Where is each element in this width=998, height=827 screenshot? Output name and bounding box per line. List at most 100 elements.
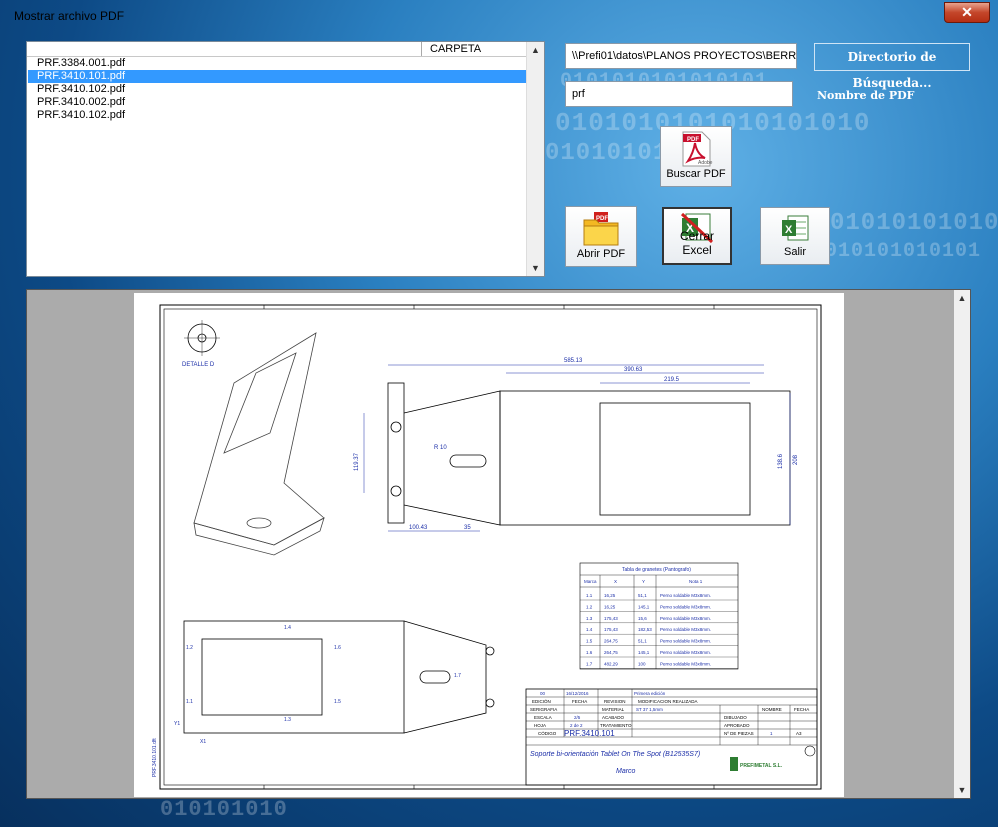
dim-window-height: 138.6 [778,453,784,469]
table-cell: 182,53 [638,627,652,632]
table-title: Tabla de granetes (Pantografo) [622,567,691,573]
scroll-up-icon[interactable]: ▲ [527,42,544,58]
table-cell: Perno soldable M3x8mm. [660,661,711,666]
close-button[interactable]: ✕ [944,2,990,23]
label-escala: ESCALA [534,715,552,720]
point-label: 1.6 [334,645,341,651]
open-pdf-label: Abrir PDF [576,248,626,260]
column-header-carpeta[interactable]: CARPETA [430,43,481,55]
label-acabado: ACABADO [602,715,625,720]
pdf-name-label: Nombre de PDF [817,89,915,102]
svg-text:PDF: PDF [687,137,699,143]
column-separator[interactable] [421,42,422,56]
side-file-code: PRF.3410.101.dft [152,738,158,777]
svg-text:X: X [785,224,793,236]
label-material: MATERIAL [602,707,625,712]
dim-radius: R 10 [434,445,447,451]
list-item-selected[interactable]: PRF.3410.101.pdf [28,70,527,83]
table-cell: 1.1 [586,593,593,598]
dim-slot: 35 [464,525,471,531]
pdf-viewer[interactable]: ▲ ▼ DETALLE D 585.13 390.63 219.5 100.43… [26,289,971,799]
dim-height: 119.37 [354,452,360,471]
table-cell: Perno soldable M3x8mm. [660,639,711,644]
grommet-table: Tabla de granetes (Pantografo) Marca X Y… [579,562,739,670]
table-cell: 264,75 [604,650,618,655]
list-scrollbar[interactable]: ▲ ▼ [526,42,544,276]
binary-decoration: 010101010 [160,797,288,822]
table-cell: 51,1 [638,593,647,598]
rev-date: 16/12/2016 [566,691,589,696]
table-cell: 51,1 [638,639,647,644]
axis-label-y: Y1 [174,721,180,727]
table-cell: 264,75 [604,639,618,644]
list-header: CARPETA [27,42,527,57]
dim-length-3: 219.5 [664,377,680,383]
exit-button[interactable]: X Salir [760,207,830,265]
binary-decoration: 01010101010101 [830,210,998,237]
header-modificacion: MODIFICACION REALIZADA [638,699,698,704]
table-cell: 1.5 [586,639,593,644]
label-serigrafia: SERIGRAFIA [530,707,557,712]
table-cell: 15,6 [638,616,647,621]
point-label: 1.4 [284,625,291,631]
window-title: Mostrar archivo PDF [14,9,125,23]
list-item[interactable]: PRF.3410.102.pdf [28,83,527,96]
table-cell: 145,1 [638,604,650,609]
point-label: 1.7 [454,673,461,679]
escala-value: 2/5 [574,715,581,720]
folder-pdf-icon: PDF [583,212,619,246]
table-cell: 1.6 [586,650,593,655]
table-cell: 145,1 [638,650,650,655]
svg-text:Adobe: Adobe [698,160,713,166]
table-cell: 100 [638,661,646,666]
table-cell: 1.3 [586,616,593,621]
axis-label-x: X1 [200,739,206,745]
dim-total-length: 585.13 [564,358,583,364]
point-label: 1.3 [284,717,291,723]
close-excel-button[interactable]: X Cerrar Excel [662,207,732,265]
binary-decoration: 010101010101 [825,240,982,263]
table-cell: Perno soldable M3x8mm. [660,650,711,655]
detail-label: DETALLE D [182,362,215,368]
label-aprobado: APROBADO [724,723,750,728]
dim-base: 100.43 [409,525,428,531]
search-pdf-button[interactable]: PDF Adobe Buscar PDF [660,126,732,187]
table-cell: 482,29 [604,661,618,666]
list-item[interactable]: PRF.3410.002.pdf [28,96,527,109]
scroll-down-icon[interactable]: ▼ [954,782,970,798]
company-logo-text: PREFIMETAL S.L. [740,763,783,769]
open-pdf-button[interactable]: PDF Abrir PDF [565,206,637,267]
hoja-value: 2 de 2 [570,723,583,728]
dim-total-height: 208 [793,454,799,465]
scroll-down-icon[interactable]: ▼ [527,260,544,276]
rev-description: Primera edición [634,691,666,696]
table-cell: 175,43 [604,616,618,621]
viewer-scrollbar[interactable]: ▲ ▼ [954,290,970,798]
piezas-value: 1 [770,731,773,736]
excel-icon: X [782,215,809,241]
header-edicion: EDICIÓN [532,698,551,704]
label-hoja: HOJA [534,723,546,728]
search-pdf-label: Buscar PDF [666,168,726,180]
pdf-name-input[interactable]: prf [565,81,793,107]
table-header: Marca [584,579,597,584]
directory-search-button[interactable]: Directorio de Búsqueda... [814,43,970,90]
list-item[interactable]: PRF.3384.001.pdf [28,57,527,70]
table-cell: 16,25 [604,604,616,609]
title-bar[interactable]: Mostrar archivo PDF ✕ [0,0,998,30]
table-header: Nota 1 [689,579,703,584]
svg-text:PDF: PDF [596,216,608,222]
title-block: 00 16/12/2016 Primera edición EDICIÓN FE… [525,688,818,786]
header-revision: REVISION [604,699,626,704]
table-cell: 1.7 [586,661,593,666]
label-tratamiento: TRATAMIENTO [600,723,632,728]
list-item[interactable]: PRF.3410.102.pdf [28,109,527,122]
point-label: 1.5 [334,699,341,705]
pdf-file-list[interactable]: CARPETA PRF.3384.001.pdf PRF.3410.101.pd… [26,41,545,277]
table-cell: 1.4 [586,627,593,632]
directory-input[interactable]: \\Prefi01\datos\PLANOS PROYECTOS\BERRAD [565,43,797,69]
scroll-up-icon[interactable]: ▲ [954,290,970,306]
material-value: ST 37 1,5mm [636,707,663,712]
table-cell: 16,25 [604,593,616,598]
label-dibujado: DIBUJADO [724,715,747,720]
